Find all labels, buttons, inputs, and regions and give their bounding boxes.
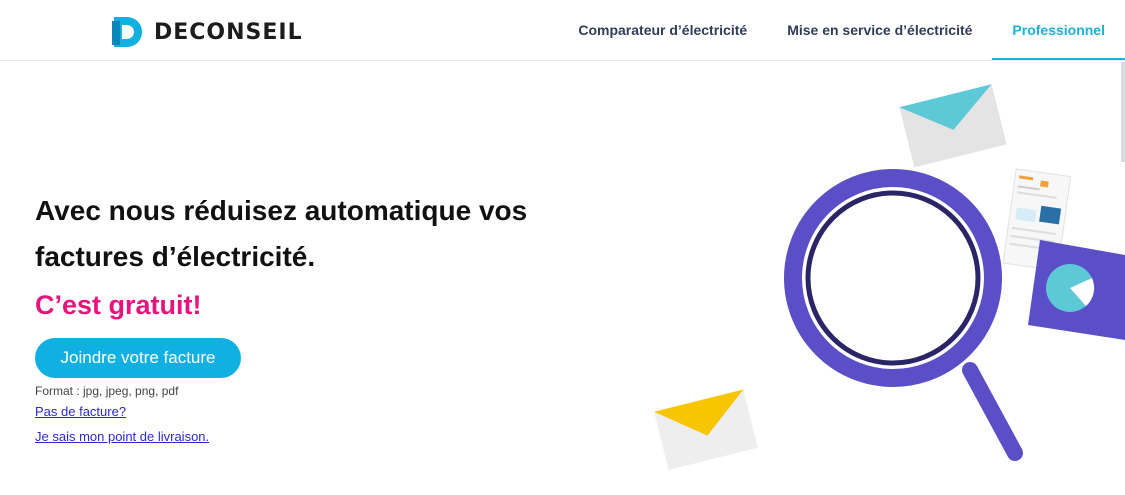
- logo-text: DECONSEIL: [154, 19, 303, 45]
- nav-item-comparateur[interactable]: Comparateur d’électricité: [558, 0, 767, 60]
- hero-headline-line1: Avec nous réduisez automatique vos: [35, 195, 528, 226]
- free-tagline: C’est gratuit!: [35, 290, 202, 320]
- hero-headline-line2: factures d’électricité.: [35, 241, 316, 272]
- logo-d-icon: [110, 15, 144, 49]
- delivery-point-link[interactable]: Je sais mon point de livraison.: [35, 429, 209, 444]
- site-header: DECONSEIL Comparateur d’électricité Mise…: [0, 0, 1125, 61]
- envelope-teal-icon: [899, 84, 1007, 168]
- hero-illustration: [640, 60, 1125, 490]
- nav-item-mise-en-service[interactable]: Mise en service d’électricité: [767, 0, 992, 60]
- envelope-yellow-icon: [654, 389, 758, 470]
- logo[interactable]: DECONSEIL: [110, 15, 303, 49]
- pie-chart-card-icon: [1028, 240, 1125, 340]
- hero-headline: Avec nous réduisez automatique vos factu…: [35, 188, 595, 280]
- magnifier-illustration: [784, 169, 1023, 461]
- main-nav: Comparateur d’électricité Mise en servic…: [558, 0, 1125, 60]
- upload-invoice-button[interactable]: Joindre votre facture: [35, 338, 241, 378]
- nav-item-professionnel[interactable]: Professionnel: [992, 0, 1125, 60]
- format-hint: Format : jpg, jpeg, png, pdf: [35, 384, 179, 398]
- no-invoice-link[interactable]: Pas de facture?: [35, 404, 126, 419]
